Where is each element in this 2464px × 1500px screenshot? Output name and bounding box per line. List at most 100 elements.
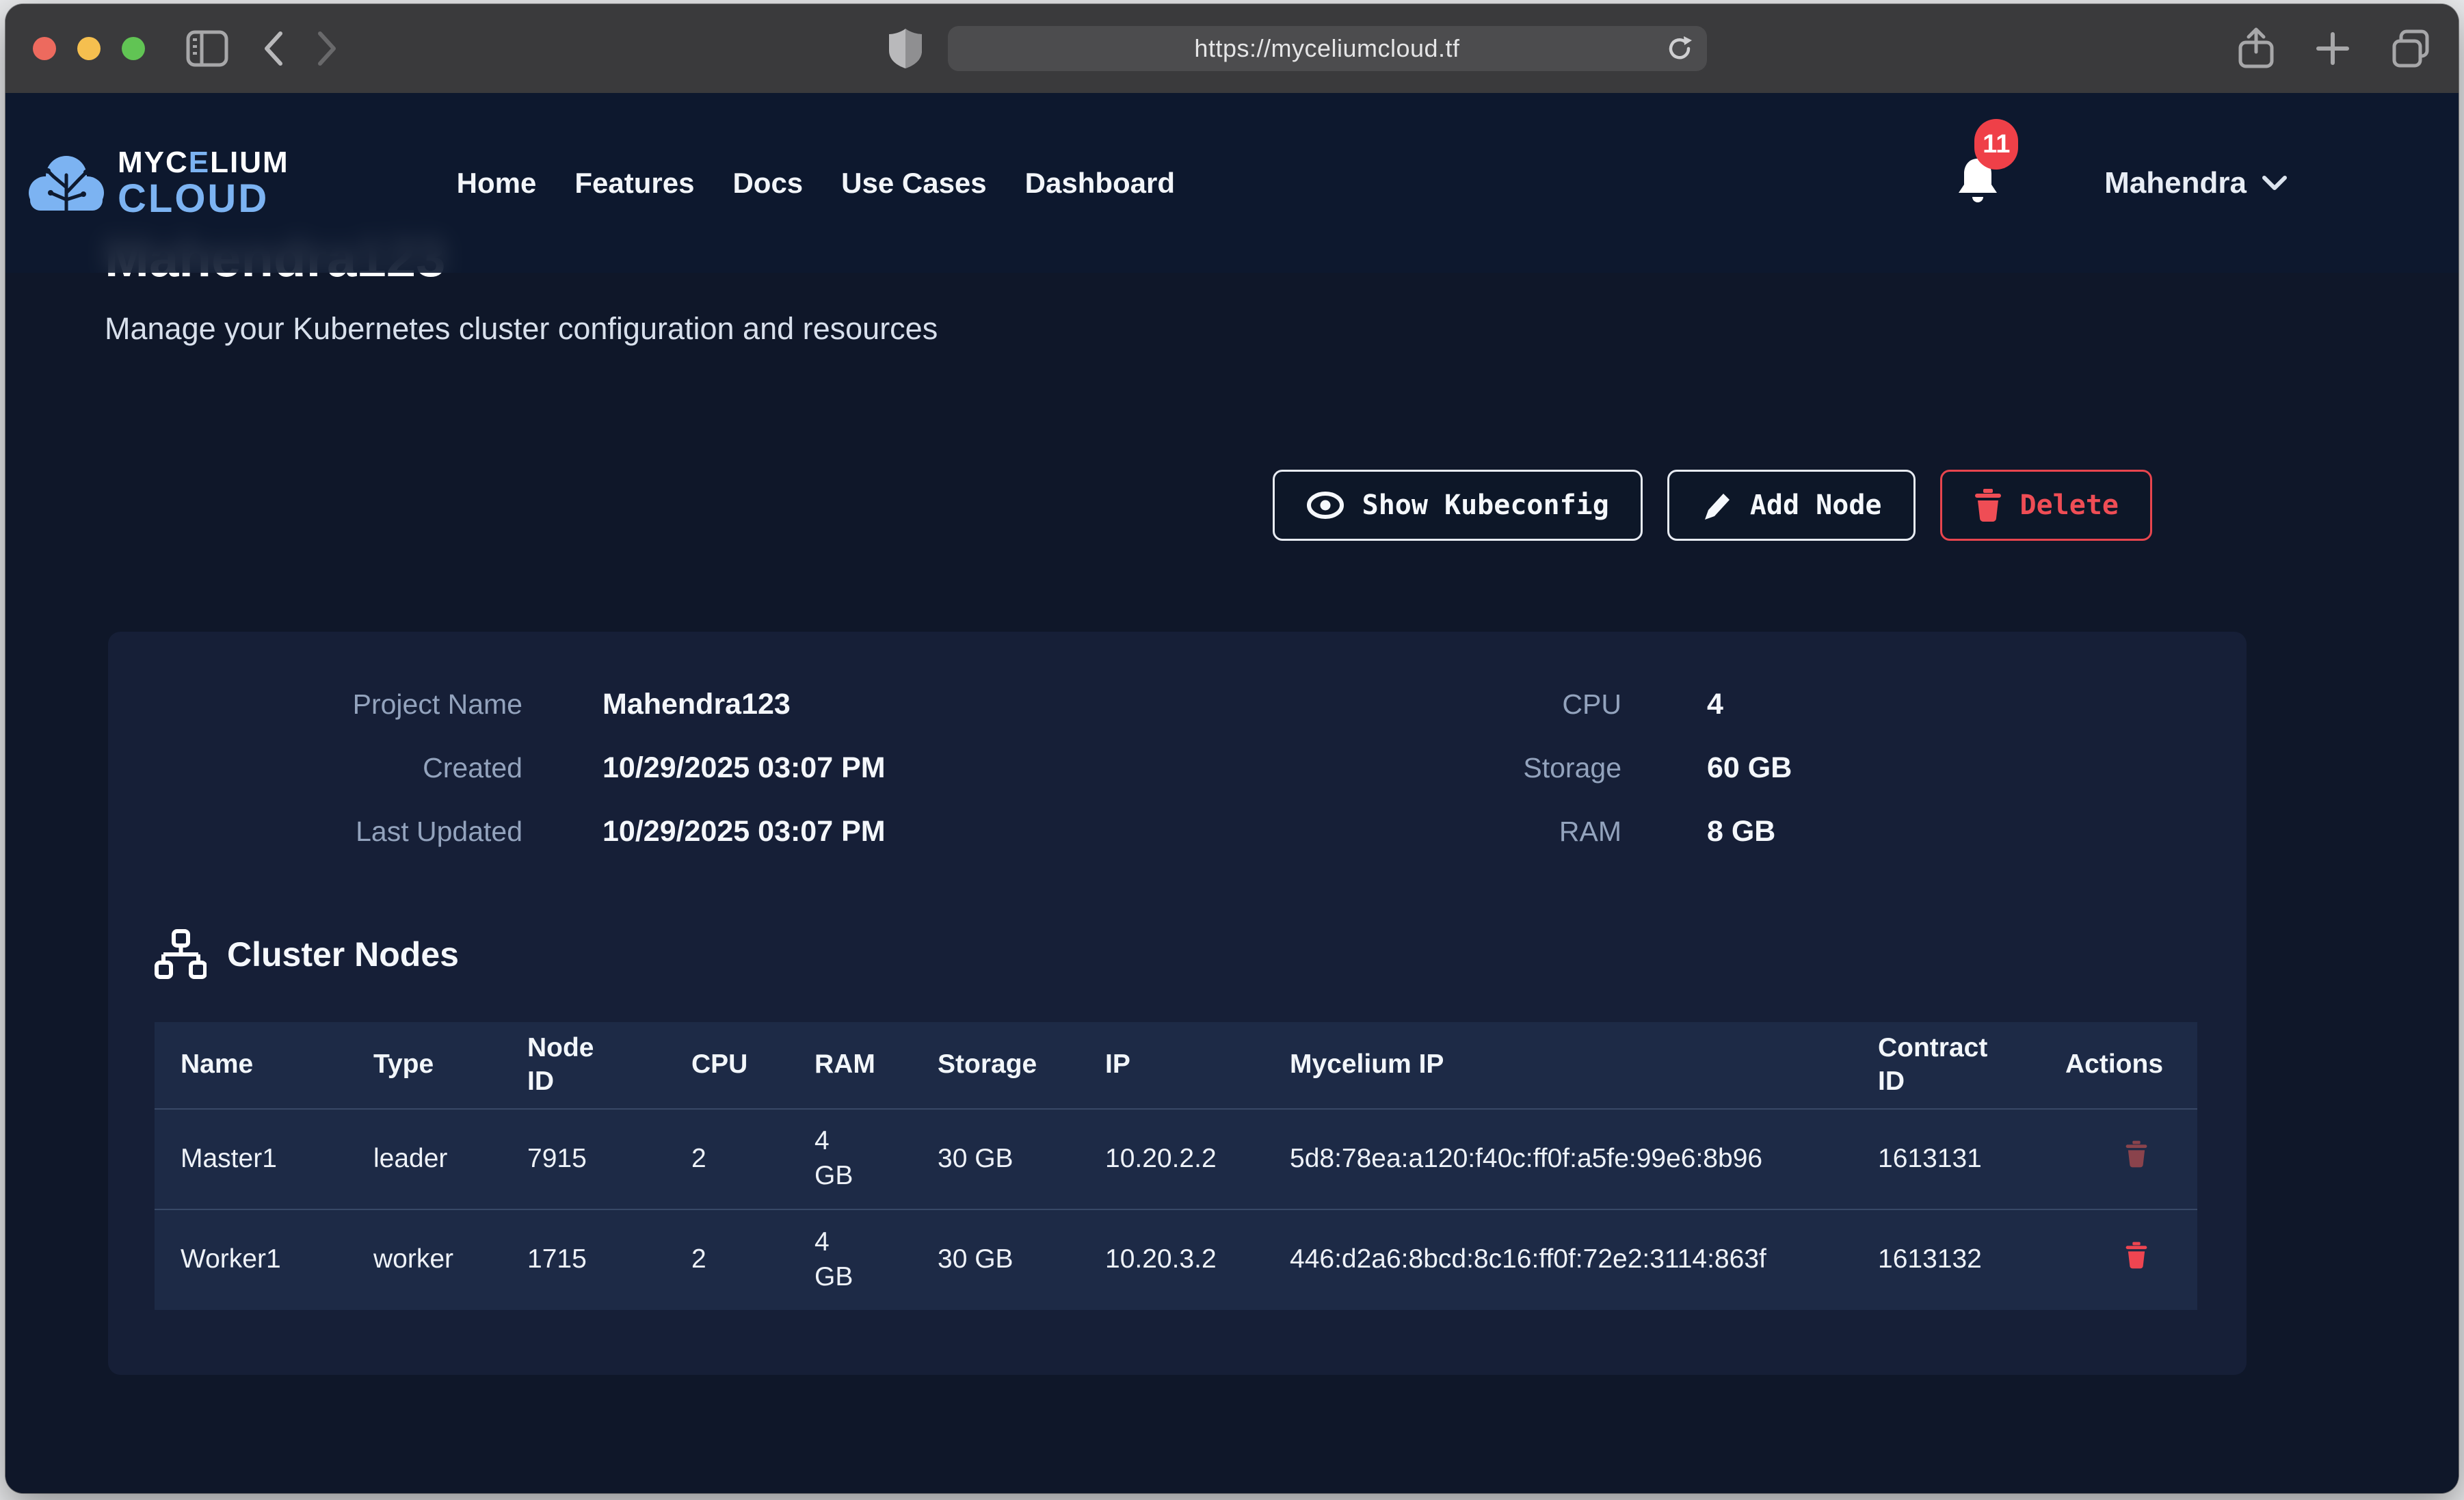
cluster-nodes-title: Cluster Nodes — [227, 935, 459, 974]
cell-ip: 10.20.2.2 — [1079, 1109, 1264, 1209]
user-menu[interactable]: Mahendra — [2104, 166, 2288, 200]
add-node-button[interactable]: Add Node — [1667, 470, 1916, 541]
add-node-label: Add Node — [1750, 490, 1882, 521]
cluster-details-card: Project NameMahendra123CPU4Created10/29/… — [108, 632, 2247, 1375]
cluster-nodes-header: Cluster Nodes — [155, 929, 2200, 980]
show-kubeconfig-button[interactable]: Show Kubeconfig — [1273, 470, 1643, 541]
address-area: https://myceliumcloud.tf — [888, 26, 1707, 71]
overview-label: Project Name — [155, 688, 522, 721]
pencil-icon — [1701, 490, 1732, 521]
table-header: NameTypeNode IDCPURAMStorageIPMycelium I… — [155, 1022, 2197, 1109]
cell-type: leader — [347, 1109, 501, 1209]
url-text: https://myceliumcloud.tf — [1194, 34, 1459, 63]
delete-label: Delete — [2020, 490, 2119, 521]
show-kubeconfig-label: Show Kubeconfig — [1362, 490, 1609, 521]
column-header-ram: RAM — [789, 1022, 912, 1109]
delete-node-button[interactable] — [2125, 1240, 2148, 1273]
cell-ip: 10.20.3.2 — [1079, 1209, 1264, 1310]
reload-icon[interactable] — [1666, 35, 1693, 62]
cell-name: Master1 — [155, 1109, 347, 1209]
mycelium-cloud-logo[interactable]: MYCELIUM CLOUD — [25, 145, 289, 222]
column-header-ip: IP — [1079, 1022, 1264, 1109]
cloud-logo-icon — [25, 145, 108, 222]
table-body: Master1leader791524 GB30 GB10.20.2.25d8:… — [155, 1109, 2197, 1310]
cell-node_id: 7915 — [501, 1109, 665, 1209]
column-header-name: Name — [155, 1022, 347, 1109]
cell-ram: 4 GB — [789, 1109, 912, 1209]
nav-link-dashboard[interactable]: Dashboard — [1025, 167, 1175, 200]
nav-link-home[interactable]: Home — [457, 167, 537, 200]
cell-mycelium_ip: 446:d2a6:8bcd:8c16:ff0f:72e2:3114:863f — [1264, 1209, 1852, 1310]
page-subtitle: Manage your Kubernetes cluster configura… — [105, 311, 2459, 347]
overview-value: 4 — [1621, 688, 2200, 721]
privacy-shield-icon — [888, 27, 923, 70]
cell-actions — [2057, 1109, 2197, 1209]
minimize-window-button[interactable] — [77, 37, 101, 60]
column-header-type: Type — [347, 1022, 501, 1109]
nav-right: 11 Mahendra — [1954, 155, 2288, 211]
eye-icon — [1306, 491, 1344, 520]
trash-icon — [2125, 1138, 2148, 1170]
nav-link-use-cases[interactable]: Use Cases — [841, 167, 986, 200]
cell-mycelium_ip: 5d8:78ea:a120:f40c:ff0f:a5fe:99e6:8b96 — [1264, 1109, 1852, 1209]
logo-text: MYCELIUM CLOUD — [118, 147, 289, 218]
cell-ram: 4 GB — [789, 1209, 912, 1310]
nav-links: Home Features Docs Use Cases Dashboard — [457, 167, 1175, 200]
page-content: Mahendra123 Manage your Kubernetes clust… — [5, 93, 2459, 1375]
top-navbar: MYCELIUM CLOUD Home Features Docs Use Cases… — [5, 93, 2459, 273]
url-bar[interactable]: https://myceliumcloud.tf — [948, 26, 1707, 71]
cell-storage: 30 GB — [912, 1209, 1079, 1310]
overview-value: 10/29/2025 03:07 PM — [522, 751, 1343, 785]
close-window-button[interactable] — [33, 37, 56, 60]
notification-badge: 11 — [1974, 119, 2018, 170]
chevron-down-icon — [2262, 175, 2288, 191]
forward-icon[interactable] — [316, 29, 339, 68]
column-header-mycelium_ip: Mycelium IP — [1264, 1022, 1852, 1109]
browser-window: https://myceliumcloud.tf Mahendra123 Man… — [5, 4, 2459, 1493]
trash-icon — [2125, 1240, 2148, 1271]
overview-label: Created — [155, 752, 522, 784]
trash-icon — [1974, 489, 2002, 522]
cell-node_id: 1715 — [501, 1209, 665, 1310]
cluster-nodes-table: NameTypeNode IDCPURAMStorageIPMycelium I… — [155, 1022, 2197, 1310]
table-row: Worker1worker171524 GB30 GB10.20.3.2446:… — [155, 1209, 2197, 1310]
cluster-actions: Show Kubeconfig Add Node Delete — [5, 470, 2459, 541]
delete-node-button[interactable] — [2125, 1138, 2148, 1172]
overview-value: 8 GB — [1621, 815, 2200, 848]
column-header-contract_id: Contract ID — [1852, 1022, 2057, 1109]
nav-link-features[interactable]: Features — [574, 167, 694, 200]
column-header-actions: Actions — [2057, 1022, 2197, 1109]
overview-value: 10/29/2025 03:07 PM — [522, 815, 1343, 848]
delete-cluster-button[interactable]: Delete — [1940, 470, 2153, 541]
cluster-nodes-icon — [155, 929, 207, 980]
window-controls — [33, 37, 145, 60]
table-row: Master1leader791524 GB30 GB10.20.2.25d8:… — [155, 1109, 2197, 1209]
cell-storage: 30 GB — [912, 1109, 1079, 1209]
tab-overview-icon[interactable] — [2390, 29, 2431, 68]
chrome-right-icons — [2237, 27, 2431, 70]
user-name: Mahendra — [2104, 166, 2247, 200]
cell-type: worker — [347, 1209, 501, 1310]
column-header-storage: Storage — [912, 1022, 1079, 1109]
overview-label: Last Updated — [155, 816, 522, 848]
share-icon[interactable] — [2237, 27, 2275, 70]
page-viewport: Mahendra123 Manage your Kubernetes clust… — [5, 93, 2459, 1493]
logo-e-glyph: E — [189, 146, 210, 179]
zoom-window-button[interactable] — [122, 37, 145, 60]
nav-link-docs[interactable]: Docs — [732, 167, 803, 200]
overview-value: 60 GB — [1621, 751, 2200, 785]
cell-name: Worker1 — [155, 1209, 347, 1310]
overview-label: RAM — [1343, 816, 1621, 848]
back-icon[interactable] — [261, 29, 284, 68]
cluster-overview: Project NameMahendra123CPU4 Created10/29/… — [155, 688, 2200, 848]
cell-contract_id: 1613131 — [1852, 1109, 2057, 1209]
sidebar-toggle-icon[interactable] — [186, 30, 228, 67]
column-header-cpu: CPU — [665, 1022, 789, 1109]
cell-contract_id: 1613132 — [1852, 1209, 2057, 1310]
notifications-button[interactable]: 11 — [1954, 155, 2002, 211]
column-header-node_id: Node ID — [501, 1022, 665, 1109]
overview-label: CPU — [1343, 688, 1621, 721]
overview-value: Mahendra123 — [522, 688, 1343, 721]
new-tab-icon[interactable] — [2315, 31, 2350, 66]
cell-cpu: 2 — [665, 1109, 789, 1209]
